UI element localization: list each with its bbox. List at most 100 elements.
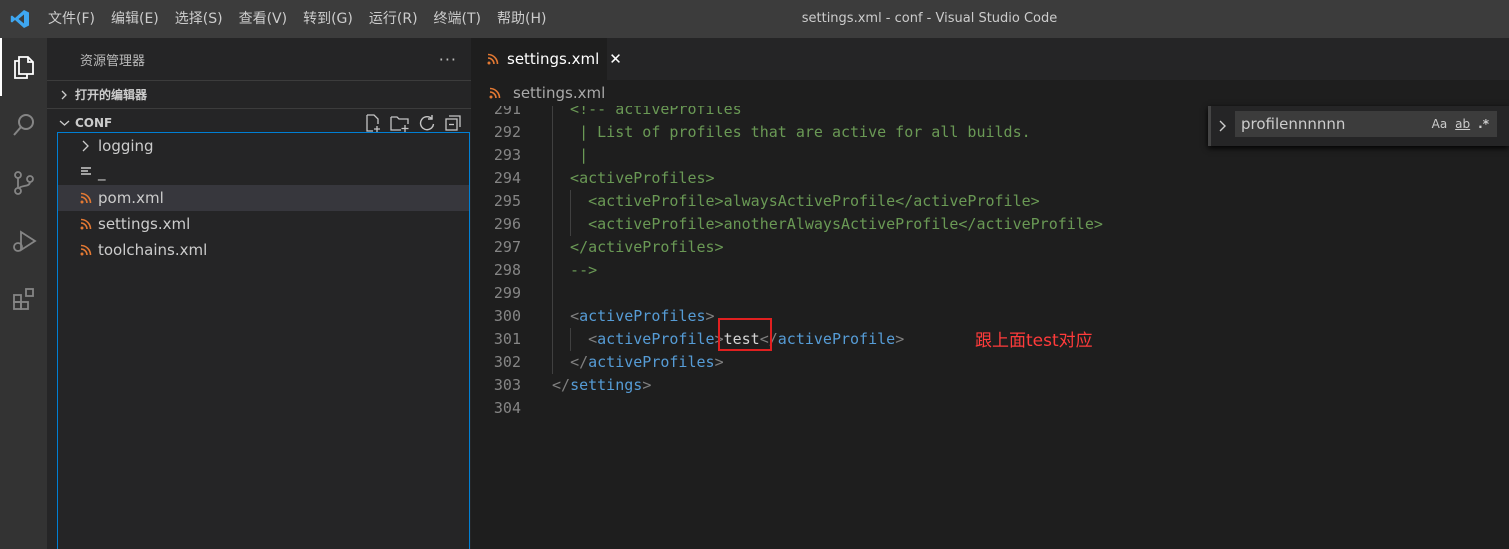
line-number: 296 xyxy=(493,215,521,233)
match-whole-word-toggle[interactable]: ab xyxy=(1455,117,1470,131)
code-line: 296 <activeProfile>anotherAlwaysActivePr… xyxy=(471,213,1509,236)
explorer-activity[interactable] xyxy=(0,38,47,96)
explorer-header: 资源管理器 ··· xyxy=(47,38,471,80)
breadcrumb: settings.xml xyxy=(471,80,1509,106)
rss-icon xyxy=(80,244,98,256)
run-debug-activity[interactable] xyxy=(0,212,47,270)
folder-name: CONF xyxy=(75,115,113,130)
chevron-right-icon xyxy=(80,140,98,152)
code-text: <activeProfile>anotherAlwaysActiveProfil… xyxy=(552,215,1103,233)
menu-run[interactable]: 运行(R) xyxy=(361,0,426,38)
activity-bar xyxy=(0,38,47,549)
more-actions-icon[interactable]: ··· xyxy=(439,50,457,69)
menu-help[interactable]: 帮助(H) xyxy=(489,0,554,38)
menu-file[interactable]: 文件(F) xyxy=(40,0,103,38)
menu-edit[interactable]: 编辑(E) xyxy=(103,0,167,38)
source-control-activity[interactable] xyxy=(0,154,47,212)
code-line: 303 </settings> xyxy=(471,374,1509,397)
menu-terminal[interactable]: 终端(T) xyxy=(426,0,489,38)
rss-icon xyxy=(80,192,98,204)
code-line: 293 | xyxy=(471,144,1509,167)
indent-guide xyxy=(570,328,571,351)
code-text: | List of profiles that are active for a… xyxy=(552,123,1031,141)
search-activity[interactable] xyxy=(0,96,47,154)
tree-item-label: toolchains.xml xyxy=(98,241,208,259)
tab-label: settings.xml xyxy=(507,50,600,68)
code-text: <!-- activeProfiles xyxy=(552,106,742,118)
code-line: 298 --> xyxy=(471,259,1509,282)
line-number: 304 xyxy=(493,399,521,417)
tree-item-label: pom.xml xyxy=(98,189,164,207)
annotation-note: 跟上面test对应 xyxy=(975,331,1093,351)
text-lines-icon xyxy=(80,166,98,178)
code-line: 297 </activeProfiles> xyxy=(471,236,1509,259)
code-line: 304 xyxy=(471,397,1509,420)
chevron-right-icon xyxy=(59,90,75,100)
code-line: 295 <activeProfile>alwaysActiveProfile</… xyxy=(471,190,1509,213)
extensions-icon xyxy=(12,288,34,310)
code-line: 299 xyxy=(471,282,1509,305)
rss-icon xyxy=(487,53,499,65)
explorer-title: 资源管理器 xyxy=(80,53,146,69)
extensions-activity[interactable] xyxy=(0,270,47,328)
code-text: <activeProfile>alwaysActiveProfile</acti… xyxy=(552,192,1040,210)
code-line: 302 </activeProfiles> xyxy=(471,351,1509,374)
tree-item-settings-xml[interactable]: settings.xml xyxy=(58,211,469,237)
match-case-toggle[interactable]: Aa xyxy=(1432,117,1448,131)
indent-guide xyxy=(552,106,553,374)
line-number: 292 xyxy=(493,123,521,141)
tree-item-underscore[interactable]: _ xyxy=(58,159,469,185)
highlight-box xyxy=(718,318,772,351)
rss-icon xyxy=(80,218,98,230)
tree-item-toolchains-xml[interactable]: toolchains.xml xyxy=(58,237,469,263)
refresh-icon[interactable] xyxy=(417,113,437,133)
tab-bar: settings.xml ✕ xyxy=(471,38,1509,80)
menu-bar: 文件(F) 编辑(E) 选择(S) 查看(V) 转到(G) 运行(R) 终端(T… xyxy=(40,0,554,38)
rss-icon xyxy=(489,87,501,99)
file-tree: logging _ pom.xml settings.xml toolchain… xyxy=(57,132,470,549)
line-number: 297 xyxy=(493,238,521,256)
code-text: </settings> xyxy=(552,376,652,394)
search-icon xyxy=(12,114,34,136)
files-icon xyxy=(13,56,34,79)
collapse-all-icon[interactable] xyxy=(443,113,463,133)
title-bar: 文件(F) 编辑(E) 选择(S) 查看(V) 转到(G) 运行(R) 终端(T… xyxy=(0,0,1509,38)
code-text: <activeProfiles> xyxy=(570,307,715,325)
line-number: 301 xyxy=(493,330,521,348)
code-text: <activeProfiles> xyxy=(552,169,715,187)
line-number: 300 xyxy=(493,307,521,325)
open-editors-label: 打开的编辑器 xyxy=(75,88,148,102)
line-number: 291 xyxy=(493,106,521,118)
close-icon[interactable]: ✕ xyxy=(609,50,622,68)
indent-guide xyxy=(570,190,571,236)
tree-item-pom-xml[interactable]: pom.xml xyxy=(58,185,469,211)
line-number: 293 xyxy=(493,146,521,164)
breadcrumb-file[interactable]: settings.xml xyxy=(513,84,605,102)
code-text: </activeProfiles> xyxy=(570,353,724,371)
use-regex-toggle[interactable]: .* xyxy=(1478,117,1489,131)
new-file-icon[interactable] xyxy=(363,113,383,133)
code-line: 294 <activeProfiles> xyxy=(471,167,1509,190)
tab-settings-xml[interactable]: settings.xml ✕ xyxy=(471,38,622,80)
vscode-logo-icon xyxy=(0,0,40,38)
open-editors-section[interactable]: 打开的编辑器 xyxy=(47,80,471,108)
tree-item-logging[interactable]: logging xyxy=(58,133,469,159)
find-widget: profilennnnnn Aa ab .* xyxy=(1208,106,1509,146)
line-number: 302 xyxy=(493,353,521,371)
line-number: 299 xyxy=(493,284,521,302)
menu-go[interactable]: 转到(G) xyxy=(295,0,361,38)
run-debug-icon xyxy=(12,230,37,252)
code-text: --> xyxy=(552,261,598,279)
code-text: </activeProfiles> xyxy=(552,238,724,256)
chevron-right-icon[interactable] xyxy=(1217,118,1227,137)
tree-item-label: logging xyxy=(98,137,154,155)
line-number: 295 xyxy=(493,192,521,210)
code-line: 300 <activeProfiles> xyxy=(471,305,1509,328)
find-input[interactable]: profilennnnnn Aa ab .* xyxy=(1235,111,1497,137)
line-number: 303 xyxy=(493,376,521,394)
code-text: | xyxy=(552,146,589,164)
menu-view[interactable]: 查看(V) xyxy=(231,0,296,38)
line-number: 298 xyxy=(493,261,521,279)
new-folder-icon[interactable] xyxy=(389,113,411,133)
menu-selection[interactable]: 选择(S) xyxy=(167,0,231,38)
